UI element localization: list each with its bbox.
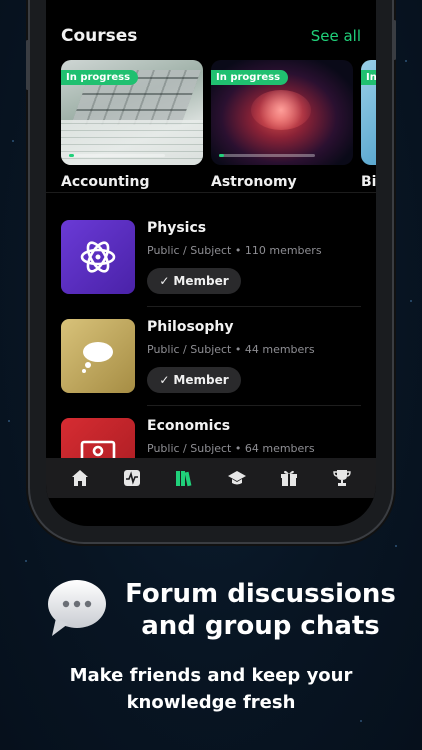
group-meta: Public / Subject • 44 members bbox=[147, 343, 315, 356]
course-progress bbox=[69, 154, 165, 157]
volume-button bbox=[26, 40, 29, 90]
member-button[interactable]: ✓ Member bbox=[147, 268, 241, 294]
row-divider bbox=[147, 405, 361, 406]
course-card-accounting[interactable]: In progress Accounting bbox=[61, 60, 203, 190]
gift-icon[interactable] bbox=[277, 466, 301, 490]
group-meta: Public / Subject • 64 members bbox=[147, 442, 315, 455]
row-divider bbox=[147, 306, 361, 307]
see-all-link[interactable]: See all bbox=[311, 27, 361, 45]
in-progress-badge: In bbox=[361, 70, 376, 85]
course-image-accounting: In progress bbox=[61, 60, 203, 165]
headline-line: Forum discussions bbox=[125, 579, 396, 609]
group-name: Philosophy bbox=[147, 319, 234, 335]
section-divider bbox=[46, 192, 376, 193]
library-books-icon[interactable] bbox=[173, 466, 197, 490]
courses-title: Courses bbox=[61, 26, 138, 46]
group-item-philosophy[interactable]: Philosophy Public / Subject • 44 members… bbox=[61, 319, 361, 407]
promo-subline: Make friends and keep your knowledge fre… bbox=[20, 662, 402, 716]
checkmark-icon: ✓ bbox=[159, 373, 170, 387]
phone-frame: Courses See all In progress Accounting I… bbox=[26, 0, 396, 542]
graduation-cap-icon[interactable] bbox=[225, 466, 249, 490]
bottom-tab-bar bbox=[46, 458, 376, 498]
group-name: Physics bbox=[147, 220, 207, 236]
headline-line: and group chats bbox=[141, 611, 380, 641]
star bbox=[25, 560, 27, 562]
app-screen: Courses See all In progress Accounting I… bbox=[46, 0, 376, 526]
power-button bbox=[393, 20, 396, 60]
in-progress-badge: In progress bbox=[211, 70, 289, 85]
courses-header: Courses See all bbox=[61, 24, 361, 48]
speech-bubble-icon bbox=[46, 578, 108, 638]
member-label: Member bbox=[173, 274, 229, 288]
activity-icon[interactable] bbox=[120, 466, 144, 490]
group-meta: Public / Subject • 110 members bbox=[147, 244, 322, 257]
thought-bubble-icon bbox=[61, 319, 135, 393]
promo-headline: Forum discussions and group chats bbox=[118, 578, 403, 642]
trophy-icon[interactable] bbox=[330, 466, 354, 490]
course-image-astronomy: In progress bbox=[211, 60, 353, 165]
course-image-biology: In bbox=[361, 60, 376, 165]
atom-icon bbox=[61, 220, 135, 294]
course-name: Accounting bbox=[61, 174, 150, 190]
course-progress bbox=[219, 154, 315, 157]
checkmark-icon: ✓ bbox=[159, 274, 170, 288]
star bbox=[12, 140, 14, 142]
group-name: Economics bbox=[147, 418, 231, 434]
course-card-biology[interactable]: In Bi bbox=[361, 60, 376, 190]
star bbox=[405, 60, 407, 62]
in-progress-badge: In progress bbox=[61, 70, 139, 85]
star bbox=[395, 545, 397, 547]
star bbox=[8, 420, 10, 422]
subline-line: Make friends and keep your bbox=[69, 665, 353, 686]
courses-carousel[interactable]: In progress Accounting In progress Astro… bbox=[61, 60, 376, 195]
subline-line: knowledge fresh bbox=[126, 692, 296, 713]
star bbox=[360, 720, 362, 722]
group-item-physics[interactable]: Physics Public / Subject • 110 members ✓… bbox=[61, 220, 361, 308]
course-name: Astronomy bbox=[211, 174, 297, 190]
star bbox=[410, 300, 412, 302]
home-icon[interactable] bbox=[68, 466, 92, 490]
course-card-astronomy[interactable]: In progress Astronomy bbox=[211, 60, 353, 190]
course-name: Bi bbox=[361, 174, 376, 190]
member-label: Member bbox=[173, 373, 229, 387]
member-button[interactable]: ✓ Member bbox=[147, 367, 241, 393]
